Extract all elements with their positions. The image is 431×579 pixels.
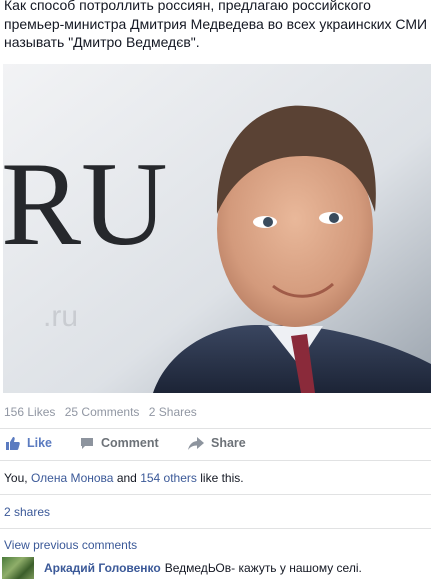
shares-row: 2 shares <box>4 505 50 519</box>
comments-count[interactable]: 25 Comments <box>65 405 140 419</box>
divider <box>0 528 431 529</box>
share-arrow-icon <box>188 436 204 450</box>
likes-summary: You, Олена Монова and 154 others like th… <box>4 471 244 485</box>
comment-label: Comment <box>101 436 159 450</box>
divider <box>0 460 431 461</box>
view-previous-comments-link[interactable]: View previous comments <box>4 538 137 552</box>
post-actions: Like Comment Share <box>0 434 431 458</box>
likes-and: and <box>116 471 137 485</box>
view-previous-row: View previous comments <box>4 538 137 552</box>
like-label: Like <box>27 436 53 450</box>
share-button[interactable]: Share <box>188 436 246 450</box>
speech-bubble-icon <box>81 437 93 449</box>
svg-text:.ru: .ru <box>43 300 78 333</box>
post-stats: 156 Likes 25 Comments 2 Shares <box>4 405 203 419</box>
portrait-photo: RU .ru <box>3 64 431 393</box>
photo-backdrop-text: RU <box>3 137 168 270</box>
comment-author[interactable]: Аркадий Головенко <box>44 561 161 575</box>
divider <box>0 428 431 429</box>
likes-count[interactable]: 156 Likes <box>4 405 55 419</box>
thumbs-up-icon <box>6 437 20 450</box>
comment-item: Аркадий Головенко ВедмедЬОв- кажуть у на… <box>0 557 431 579</box>
post-text: Как способ потроллить россиян, предлагаю… <box>4 0 428 50</box>
shares-link[interactable]: 2 shares <box>4 505 50 519</box>
post-photo[interactable]: RU .ru <box>3 64 431 393</box>
comment-button[interactable]: Comment <box>80 436 159 450</box>
divider <box>0 494 431 495</box>
others-link[interactable]: 154 others <box>140 471 197 485</box>
avatar[interactable] <box>2 557 34 579</box>
likes-tail: like this. <box>200 471 244 485</box>
shares-count[interactable]: 2 Shares <box>149 405 197 419</box>
liker-link[interactable]: Олена Монова <box>31 471 114 485</box>
like-button[interactable]: Like <box>6 436 52 450</box>
likes-you: You, <box>4 471 28 485</box>
comment-text: ВедмедЬОв- кажуть у нашому селі. <box>164 561 362 575</box>
share-label: Share <box>211 436 246 450</box>
